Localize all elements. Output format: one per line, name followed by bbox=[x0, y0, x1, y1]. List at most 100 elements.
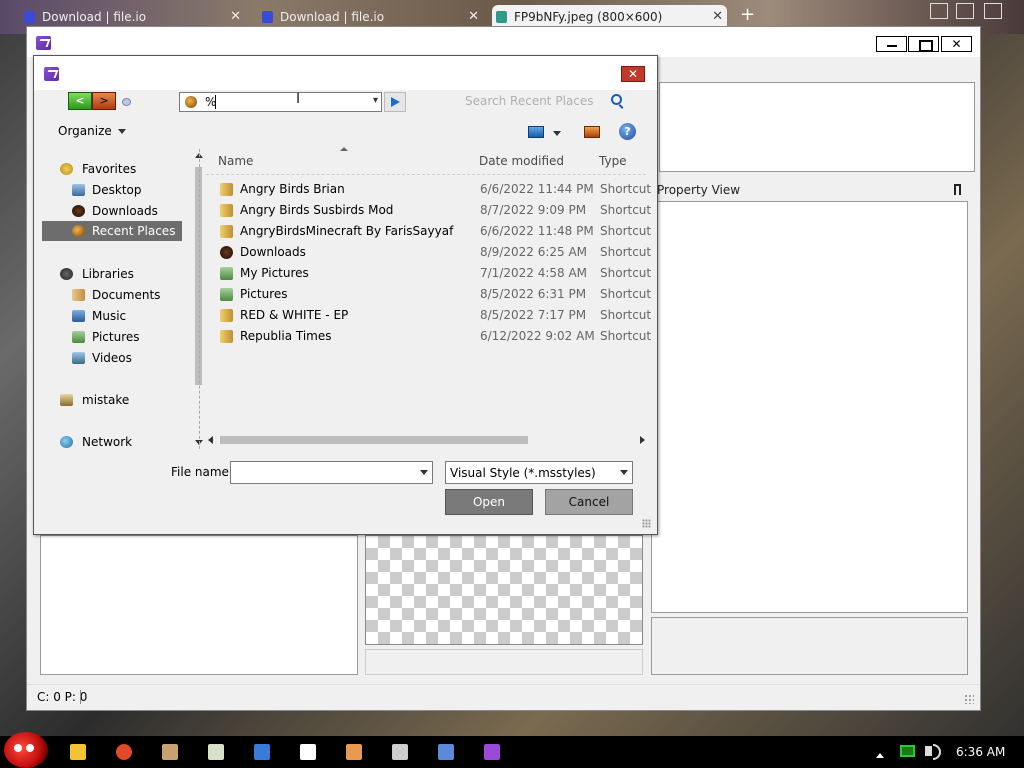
chevron-down-icon[interactable] bbox=[620, 470, 628, 475]
browser-close-button[interactable] bbox=[984, 3, 1002, 19]
go-button[interactable] bbox=[384, 92, 406, 112]
browser-minimize-button[interactable] bbox=[930, 3, 948, 19]
forward-button[interactable]: > bbox=[92, 92, 116, 110]
file-type-select[interactable]: Visual Style (*.msstyles) bbox=[445, 461, 633, 484]
tools-icon[interactable] bbox=[346, 744, 362, 760]
preview-scrollbar[interactable] bbox=[365, 649, 643, 675]
user-folder-icon bbox=[60, 394, 73, 406]
address-bar[interactable]: % ▾ bbox=[179, 92, 382, 112]
resize-grip-icon[interactable] bbox=[964, 694, 974, 704]
preview-pane-icon[interactable] bbox=[584, 126, 600, 138]
nav-item-music[interactable]: Music bbox=[42, 306, 182, 326]
cancel-button[interactable]: Cancel bbox=[545, 489, 633, 515]
file-type: Shortcut bbox=[600, 182, 652, 196]
scroll-left-icon[interactable] bbox=[208, 436, 213, 444]
nav-item-pictures[interactable]: Pictures bbox=[42, 327, 182, 347]
pane-divider[interactable] bbox=[199, 149, 200, 449]
nav-item-videos[interactable]: Videos bbox=[42, 348, 182, 368]
file-explorer-icon[interactable] bbox=[70, 744, 86, 760]
search-icon[interactable] bbox=[611, 94, 622, 105]
property-view-header: Property View bbox=[654, 180, 967, 200]
column-header-date[interactable]: Date modified bbox=[479, 154, 564, 168]
document-icon[interactable] bbox=[254, 744, 270, 760]
file-type: Shortcut bbox=[600, 266, 652, 280]
browser-maximize-button[interactable] bbox=[956, 3, 974, 19]
minimize-button[interactable] bbox=[876, 36, 907, 52]
file-row[interactable]: Republia Times 6/12/2022 9:02 AM Shortcu… bbox=[206, 326, 651, 347]
back-button[interactable]: < bbox=[68, 92, 92, 110]
taskbar-clock[interactable]: 6:36 AM bbox=[956, 745, 1005, 759]
nav-item-downloads[interactable]: Downloads bbox=[42, 201, 182, 221]
file-row[interactable]: AngryBirdsMinecraft By FarisSayyaf 6/6/2… bbox=[206, 221, 651, 242]
volume-icon[interactable] bbox=[925, 744, 941, 760]
show-hidden-icons-icon[interactable] bbox=[876, 753, 884, 758]
file-name: Republia Times bbox=[240, 329, 332, 343]
file-row[interactable]: RED & WHITE - EP 8/5/2022 7:17 PM Shortc… bbox=[206, 305, 651, 326]
search-input[interactable]: Search Recent Places bbox=[462, 92, 624, 112]
chrome-icon[interactable] bbox=[116, 744, 132, 760]
browser-tab-title: Download | file.io bbox=[42, 10, 147, 24]
resize-grip-icon[interactable] bbox=[642, 519, 651, 528]
recent-locations-icon[interactable] bbox=[122, 98, 131, 106]
organize-button[interactable]: Organize bbox=[58, 124, 126, 138]
property-view-title: Property View bbox=[657, 183, 741, 197]
file-type-value: Visual Style (*.msstyles) bbox=[450, 466, 596, 480]
pin-icon[interactable] bbox=[954, 184, 961, 195]
file-io-favicon-icon bbox=[262, 11, 273, 23]
file-type: Shortcut bbox=[600, 224, 652, 238]
file-row[interactable]: Downloads 8/9/2022 6:25 AM Shortcut bbox=[206, 242, 651, 263]
nav-item-documents[interactable]: Documents bbox=[42, 285, 182, 305]
file-date: 7/1/2022 4:58 AM bbox=[480, 266, 588, 280]
status-bar: C: 0 P: 0 bbox=[27, 684, 980, 710]
nav-item-favorites[interactable]: Favorites bbox=[42, 159, 182, 179]
maximize-button[interactable] bbox=[908, 36, 939, 52]
app-taskbar-icon[interactable] bbox=[484, 744, 500, 760]
paint-icon[interactable] bbox=[162, 744, 178, 760]
chevron-down-icon[interactable]: ▾ bbox=[373, 95, 378, 106]
notepad-icon[interactable] bbox=[208, 744, 224, 760]
file-name-input[interactable] bbox=[233, 464, 413, 481]
file-date: 6/6/2022 11:48 PM bbox=[480, 224, 594, 238]
chevron-down-icon[interactable] bbox=[553, 131, 561, 136]
close-button[interactable]: ✕ bbox=[941, 36, 972, 52]
dialog-close-button[interactable]: ✕ bbox=[621, 66, 645, 82]
new-tab-icon[interactable]: + bbox=[740, 4, 755, 25]
pictures-icon bbox=[72, 331, 85, 343]
nav-item-recent-places[interactable]: Recent Places bbox=[42, 221, 182, 241]
nav-item-user[interactable]: mistake bbox=[42, 390, 182, 410]
file-type: Shortcut bbox=[600, 245, 652, 259]
nav-item-desktop[interactable]: Desktop bbox=[42, 180, 182, 200]
change-view-icon[interactable] bbox=[528, 126, 544, 138]
file-row[interactable]: Angry Birds Susbirds Mod 8/7/2022 9:09 P… bbox=[206, 200, 651, 221]
start-button-angry-bird-icon[interactable] bbox=[4, 732, 48, 768]
left-panel[interactable] bbox=[40, 535, 358, 675]
scroll-right-icon[interactable] bbox=[640, 436, 645, 444]
property-view-panel[interactable] bbox=[651, 201, 968, 613]
horizontal-scrollbar[interactable] bbox=[206, 433, 650, 447]
image-preview-canvas[interactable] bbox=[365, 535, 643, 645]
nav-label: Downloads bbox=[92, 204, 158, 218]
chevron-down-icon[interactable] bbox=[420, 470, 428, 475]
file-name: Angry Birds Susbirds Mod bbox=[240, 203, 394, 217]
7zip-icon[interactable] bbox=[300, 744, 316, 760]
file-row[interactable]: Pictures 8/5/2022 6:31 PM Shortcut bbox=[206, 284, 651, 305]
column-header-name[interactable]: Name bbox=[218, 154, 253, 168]
file-type: Shortcut bbox=[600, 329, 652, 343]
help-icon[interactable]: ? bbox=[619, 123, 636, 140]
open-button[interactable]: Open bbox=[445, 489, 533, 515]
column-header-type[interactable]: Type bbox=[599, 154, 627, 168]
desktop-icon bbox=[72, 184, 85, 196]
nav-label: Music bbox=[92, 309, 127, 323]
scrollbar-thumb[interactable] bbox=[220, 436, 528, 444]
shortcut-icon bbox=[220, 330, 233, 343]
settings-window-icon[interactable] bbox=[438, 744, 454, 760]
file-row[interactable]: Angry Birds Brian 6/6/2022 11:44 PM Shor… bbox=[206, 179, 651, 200]
command-prompt-icon[interactable] bbox=[392, 744, 408, 760]
nav-item-libraries[interactable]: Libraries bbox=[42, 264, 182, 284]
file-name-combo[interactable] bbox=[230, 461, 433, 484]
file-row[interactable]: My Pictures 7/1/2022 4:58 AM Shortcut bbox=[206, 263, 651, 284]
documents-icon bbox=[72, 289, 85, 301]
nav-item-network[interactable]: Network bbox=[42, 432, 182, 452]
network-status-icon[interactable] bbox=[900, 745, 915, 757]
nav-label: Videos bbox=[92, 351, 132, 365]
